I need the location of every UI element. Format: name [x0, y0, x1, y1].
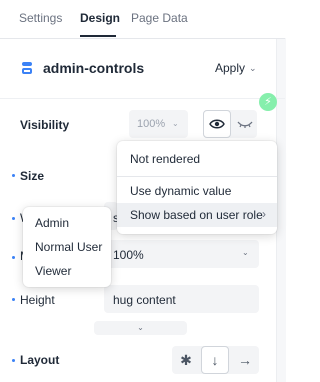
bolt-icon[interactable]: ⚡	[259, 93, 277, 111]
max-value: 100%	[113, 248, 144, 262]
apply-button[interactable]: Apply	[215, 61, 245, 75]
role-item-viewer[interactable]: Viewer	[35, 264, 71, 278]
field-dot	[12, 217, 15, 220]
height-label: Height	[20, 293, 55, 307]
role-item-normal-user[interactable]: Normal User	[35, 240, 102, 254]
eye-off-icon	[237, 121, 253, 128]
layout-label: Layout	[20, 353, 60, 367]
chevron-down-icon: ⌄	[249, 63, 257, 73]
eye-button[interactable]	[203, 110, 231, 138]
menu-divider	[117, 176, 277, 177]
active-tab-indicator	[80, 35, 116, 37]
tab-page-data[interactable]: Page Data	[131, 11, 188, 25]
field-dot	[12, 298, 15, 301]
component-icon	[22, 62, 32, 76]
tab-design[interactable]: Design	[80, 11, 120, 25]
eye-icon	[209, 119, 225, 129]
visibility-label: Visibility	[20, 118, 70, 132]
tab-settings[interactable]: Settings	[19, 11, 62, 25]
arrow-down-icon[interactable]: ↓	[201, 346, 229, 374]
section-dot	[12, 174, 15, 177]
height-value: hug content	[113, 293, 176, 307]
chevron-down-icon: ⌄	[242, 248, 249, 257]
arrow-right-icon[interactable]: →	[231, 346, 259, 374]
field-dot	[12, 256, 15, 259]
chevron-down-icon: ⌄	[137, 323, 144, 332]
eye-off-button[interactable]	[233, 110, 257, 138]
asterisk-icon[interactable]: ✱	[172, 346, 200, 374]
menu-item-not-rendered[interactable]: Not rendered	[130, 152, 200, 166]
role-item-admin[interactable]: Admin	[35, 216, 69, 230]
chevron-down-icon: ⌄	[172, 119, 179, 128]
opacity-value: 100%	[137, 118, 166, 130]
menu-item-dynamic-value[interactable]: Use dynamic value	[130, 184, 231, 198]
component-name: admin-controls	[43, 60, 145, 76]
menu-item-user-role[interactable]: Show based on user role	[130, 208, 263, 222]
size-label: Size	[20, 169, 45, 183]
section-dot	[12, 359, 15, 362]
collapse-button[interactable]: ⌄	[94, 321, 187, 335]
chevron-right-icon: ›	[262, 207, 266, 221]
